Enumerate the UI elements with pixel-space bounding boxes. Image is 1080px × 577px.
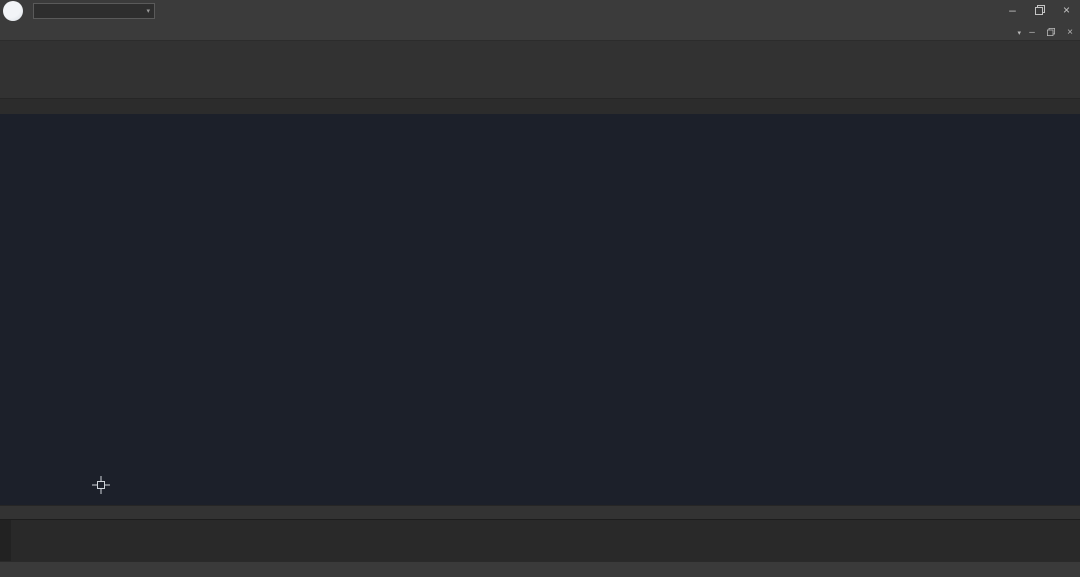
application-window: ▾ – × ▾ – × [0,0,1080,577]
ribbon-tab-bar: ▾ – × [0,22,1080,41]
command-history [11,520,15,561]
title-bar: ▾ – × [0,0,1080,22]
doc-close-button[interactable]: × [1062,25,1078,39]
mdi-controls: ▾ – × [1017,25,1078,39]
window-controls: – × [999,0,1080,20]
chevron-down-icon: ▾ [146,7,150,15]
drawing-canvas[interactable] [0,114,1080,505]
minimize-button[interactable]: – [999,0,1026,20]
close-button[interactable]: × [1053,0,1080,20]
gstarcad-logo[interactable] [3,1,23,21]
appearance-menu[interactable]: ▾ [1017,27,1021,38]
command-gutter [0,520,11,561]
floor-plan-monochrome [558,124,1056,502]
ribbon [0,41,1080,99]
layout-tab-bar [0,505,1080,519]
command-window[interactable] [0,519,1080,561]
doc-restore-button[interactable] [1043,25,1059,39]
status-bar [0,561,1080,577]
floor-plan-colored [12,122,528,492]
restore-button[interactable] [1026,0,1053,20]
document-tab-bar [0,99,1080,114]
workspace-select[interactable]: ▾ [33,3,155,19]
chevron-down-icon: ▾ [1017,30,1021,37]
doc-minimize-button[interactable]: – [1024,25,1040,39]
crosshair-cursor [92,476,110,494]
